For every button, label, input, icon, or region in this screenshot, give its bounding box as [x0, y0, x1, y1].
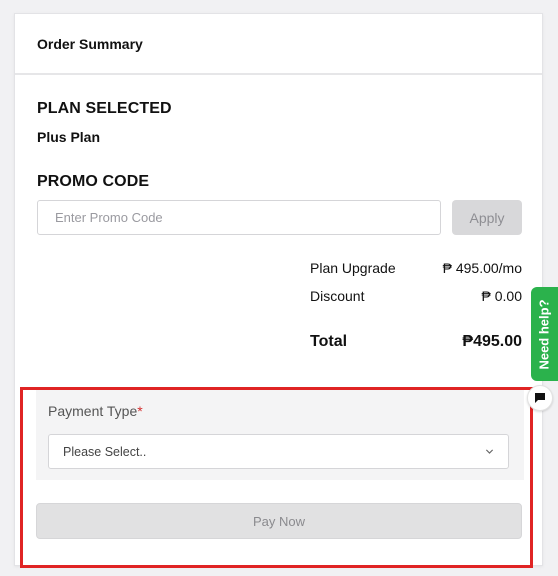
- summary-label: Discount: [310, 288, 365, 304]
- chat-bubble-icon[interactable]: [527, 385, 553, 411]
- payment-type-label-text: Payment Type: [48, 403, 138, 419]
- chat-icon: [535, 393, 545, 403]
- payment-type-section: Payment Type* Please Select..: [36, 390, 524, 480]
- card-title: Order Summary: [37, 35, 143, 52]
- summary-row-total: Total ₱495.00: [310, 333, 522, 351]
- card-header: Order Summary: [15, 14, 542, 75]
- summary-row-discount: Discount ₱ 0.00: [310, 288, 522, 304]
- pay-now-button[interactable]: Pay Now: [36, 503, 522, 539]
- total-value: ₱495.00: [462, 333, 522, 350]
- total-label: Total: [310, 333, 348, 350]
- plan-name: Plus Plan: [37, 129, 101, 145]
- order-summary-card: Order Summary PLAN SELECTED Plus Plan PR…: [14, 13, 543, 566]
- need-help-label: Need help?: [537, 298, 553, 370]
- select-value: Please Select..: [63, 444, 147, 459]
- summary-row-plan-upgrade: Plan Upgrade ₱ 495.00/mo: [310, 260, 522, 276]
- apply-button[interactable]: Apply: [452, 200, 522, 235]
- summary-label: Plan Upgrade: [310, 260, 396, 276]
- required-mark: *: [137, 403, 143, 419]
- need-help-tab[interactable]: Need help?: [531, 287, 558, 381]
- promo-code-heading: PROMO CODE: [37, 173, 150, 190]
- payment-type-label: Payment Type*: [48, 403, 143, 419]
- promo-code-input[interactable]: [37, 200, 441, 235]
- payment-type-select[interactable]: Please Select..: [48, 434, 509, 469]
- plan-selected-heading: PLAN SELECTED: [37, 100, 172, 117]
- chevron-down-icon: [485, 449, 494, 454]
- summary-value: ₱ 0.00: [481, 288, 522, 304]
- summary-value: ₱ 495.00/mo: [442, 260, 522, 276]
